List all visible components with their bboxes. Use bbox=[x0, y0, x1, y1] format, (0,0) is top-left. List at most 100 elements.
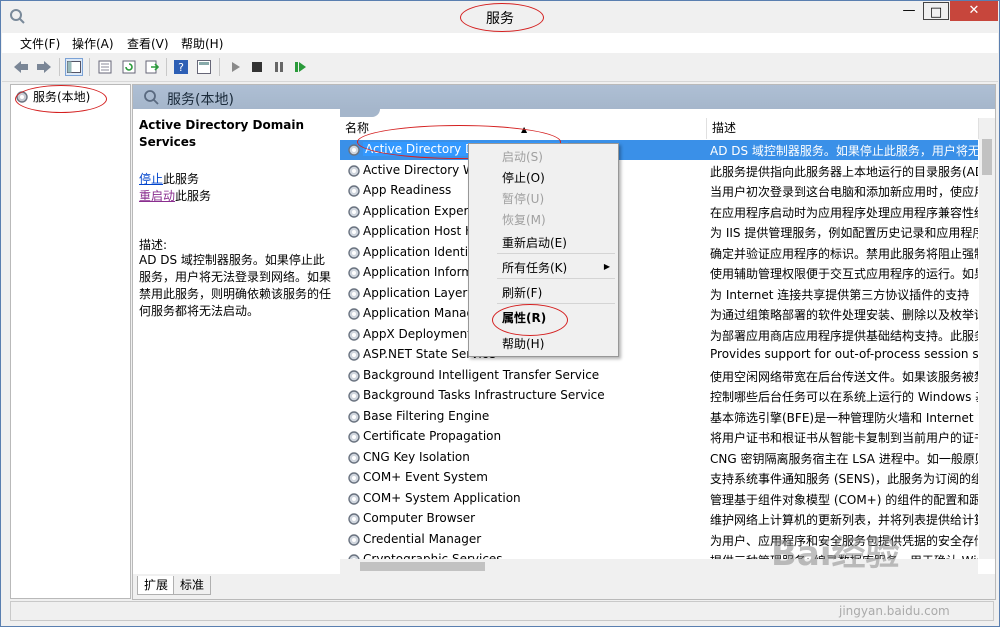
column-name-label: 名称 bbox=[345, 121, 370, 135]
service-row[interactable]: Application Management 为通过组策略部署的软件处理安装、删除… bbox=[340, 304, 978, 324]
service-row[interactable]: COM+ Event System 支持系统事件通知服务 (SENS)，此服务为订… bbox=[340, 468, 978, 488]
service-row[interactable]: Background Tasks Infrastructure Service 控… bbox=[340, 386, 978, 406]
service-description-cell: 确定并验证应用程序的标识。禁用此服务将阻止强制 bbox=[710, 246, 978, 261]
service-description-cell: AD DS 域控制器服务。如果停止此服务，用户将无 bbox=[710, 144, 978, 158]
submenu-arrow-icon: ▶ bbox=[603, 262, 610, 271]
stop-service-link[interactable]: 停止 bbox=[139, 172, 163, 186]
service-description: AD DS 域控制器服务。如果停止此服务，用户将无法登录到网络。如果禁用此服务，… bbox=[139, 253, 332, 318]
service-gear-icon bbox=[347, 287, 361, 301]
services-window: 服务 — □ ✕ 文件(F) 操作(A) 查看(V) 帮助(H) ? 服务(本地… bbox=[0, 0, 1000, 627]
service-row[interactable]: Certificate Propagation 将用户证书和根证书从智能卡复制到当… bbox=[340, 427, 978, 447]
service-description-cell: 使用空闲网络带宽在后台传送文件。如果该服务被禁 bbox=[710, 369, 978, 384]
service-description-cell: 为 IIS 提供管理服务，例如配置历史记录和应用程序 bbox=[710, 226, 978, 240]
properties-icon[interactable] bbox=[96, 58, 114, 76]
service-name: COM+ Event System bbox=[363, 470, 488, 484]
service-name: Credential Manager bbox=[363, 531, 482, 546]
view-icon[interactable] bbox=[195, 58, 213, 76]
ctx-stop[interactable]: 停止(O) bbox=[502, 169, 545, 186]
export-icon[interactable] bbox=[143, 58, 161, 76]
vertical-scrollbar[interactable] bbox=[979, 118, 995, 559]
service-row[interactable]: Application Information 使用辅助管理权限便于交互式应用程序… bbox=[340, 263, 978, 283]
service-name: COM+ System Application bbox=[363, 490, 521, 505]
menu-view[interactable]: 查看(V) bbox=[127, 35, 169, 52]
column-header-description[interactable]: 描述 bbox=[707, 118, 979, 139]
service-description-cell: 为 Internet 连接共享提供第三方协议插件的支持 bbox=[710, 287, 970, 302]
service-row[interactable]: Application Identity 确定并验证应用程序的标识。禁用此服务将阻… bbox=[340, 243, 978, 263]
service-gear-icon bbox=[347, 307, 361, 321]
ctx-all-tasks[interactable]: 所有任务(K) bbox=[502, 259, 567, 276]
minimize-button[interactable]: — bbox=[896, 1, 922, 21]
selected-service-title: Active Directory Domain Services bbox=[139, 118, 304, 149]
ctx-help[interactable]: 帮助(H) bbox=[502, 335, 544, 352]
forward-arrow-icon[interactable] bbox=[35, 58, 53, 76]
toolbar: ? bbox=[2, 54, 998, 82]
services-list-pane: 名称 ▲ 描述 Active Directory Domain Services… bbox=[340, 109, 995, 574]
service-row[interactable]: Background Intelligent Transfer Service 使… bbox=[340, 366, 978, 386]
refresh-icon[interactable] bbox=[120, 58, 138, 76]
menu-bar: 文件(F) 操作(A) 查看(V) 帮助(H) bbox=[2, 33, 998, 53]
service-gear-icon bbox=[347, 471, 361, 485]
service-row[interactable]: Application Experience 在应用程序启动时为应用程序处理应用程… bbox=[340, 202, 978, 222]
service-description-cell: Provides support for out-of-process sess… bbox=[710, 347, 978, 361]
service-gear-icon bbox=[347, 246, 361, 260]
ctx-refresh[interactable]: 刷新(F) bbox=[502, 284, 542, 301]
menu-file[interactable]: 文件(F) bbox=[20, 35, 60, 52]
pause-service-icon[interactable] bbox=[270, 58, 288, 76]
console-tree-icon[interactable] bbox=[65, 58, 83, 76]
vertical-scroll-thumb[interactable] bbox=[982, 139, 992, 175]
service-row[interactable]: Application Host Helper Service 为 IIS 提供管… bbox=[340, 222, 978, 242]
service-gear-icon bbox=[347, 492, 361, 506]
restart-link-row: 重启动此服务 bbox=[139, 187, 211, 204]
properties-annotation-circle bbox=[492, 304, 568, 336]
service-name: Background Intelligent Transfer Service bbox=[363, 367, 600, 382]
service-row[interactable]: AppX Deployment Service (AppXSVC)为部署应用商店… bbox=[340, 325, 978, 345]
tab-extended[interactable]: 扩展 bbox=[137, 576, 176, 595]
restart-service-link[interactable]: 重启动 bbox=[139, 189, 175, 203]
close-button[interactable]: ✕ bbox=[950, 1, 998, 21]
service-gear-icon bbox=[347, 328, 361, 342]
service-gear-icon bbox=[347, 225, 361, 239]
service-name: CNG Key Isolation bbox=[363, 449, 470, 464]
start-service-icon[interactable] bbox=[227, 58, 245, 76]
maximize-button[interactable]: □ bbox=[923, 2, 949, 20]
service-description-cell: 将用户证书和根证书从智能卡复制到当前用户的证书 bbox=[710, 431, 978, 445]
help-icon[interactable]: ? bbox=[172, 58, 190, 76]
baidu-watermark-logo: Bai经验 bbox=[771, 534, 900, 574]
main-header: 服务(本地) bbox=[133, 85, 995, 109]
ctx-resume[interactable]: 恢复(M) bbox=[502, 211, 546, 228]
main-header-title: 服务(本地) bbox=[167, 92, 234, 108]
service-description-cell: 控制哪些后台任务可以在系统上运行的 Windows 基 bbox=[710, 390, 978, 404]
service-description-cell: 当用户初次登录到这台电脑和添加新应用时，使应用 bbox=[710, 185, 978, 199]
view-tabs: 扩展 标准 bbox=[133, 574, 995, 599]
service-row[interactable]: CNG Key Isolation CNG 密钥隔离服务宿主在 LSA 进程中。如… bbox=[340, 448, 978, 468]
service-name: Cryptographic Services bbox=[363, 552, 503, 559]
service-description-cell: 在应用程序启动时为应用程序处理应用程序兼容性缓 bbox=[710, 205, 978, 220]
service-row[interactable]: COM+ System Application 管理基于组件对象模型 (COM+)… bbox=[340, 489, 978, 509]
service-gear-icon bbox=[347, 389, 361, 403]
ctx-pause[interactable]: 暂停(U) bbox=[502, 190, 544, 207]
horizontal-scroll-thumb[interactable] bbox=[360, 562, 485, 571]
service-row[interactable]: ASP.NET State Service Provides support fo… bbox=[340, 345, 978, 365]
service-gear-icon bbox=[347, 430, 361, 444]
service-row[interactable]: Application Layer Gateway Service为 Inter… bbox=[340, 284, 978, 304]
service-gear-icon bbox=[347, 205, 361, 219]
service-row[interactable]: Active Directory Web Services 此服务提供指向此服务器… bbox=[340, 161, 978, 181]
menu-action[interactable]: 操作(A) bbox=[72, 35, 114, 52]
tab-standard[interactable]: 标准 bbox=[173, 576, 212, 595]
stop-link-row: 停止此服务 bbox=[139, 170, 199, 187]
resume-service-icon[interactable] bbox=[292, 58, 310, 76]
description-pane: Active Directory Domain Services 停止此服务 重… bbox=[133, 109, 339, 574]
stop-service-icon[interactable] bbox=[248, 58, 266, 76]
ctx-restart[interactable]: 重新启动(E) bbox=[502, 234, 567, 251]
service-row[interactable]: App Readiness 当用户初次登录到这台电脑和添加新应用时，使应用 bbox=[340, 181, 978, 201]
menu-help[interactable]: 帮助(H) bbox=[181, 35, 223, 52]
service-row[interactable]: Base Filtering Engine 基本筛选引擎(BFE)是一种管理防火墙… bbox=[340, 407, 978, 427]
service-description-cell: 为通过组策略部署的软件处理安装、删除以及枚举请 bbox=[710, 308, 978, 322]
service-gear-icon bbox=[347, 164, 361, 178]
ctx-start[interactable]: 启动(S) bbox=[502, 148, 543, 165]
back-arrow-icon[interactable] bbox=[12, 58, 30, 76]
column-description-label: 描述 bbox=[712, 121, 737, 135]
description-label: 描述: bbox=[139, 238, 168, 252]
tree-annotation-circle bbox=[15, 85, 107, 113]
service-description-cell: CNG 密钥隔离服务宿主在 LSA 进程中。如一般原则 bbox=[710, 451, 978, 466]
